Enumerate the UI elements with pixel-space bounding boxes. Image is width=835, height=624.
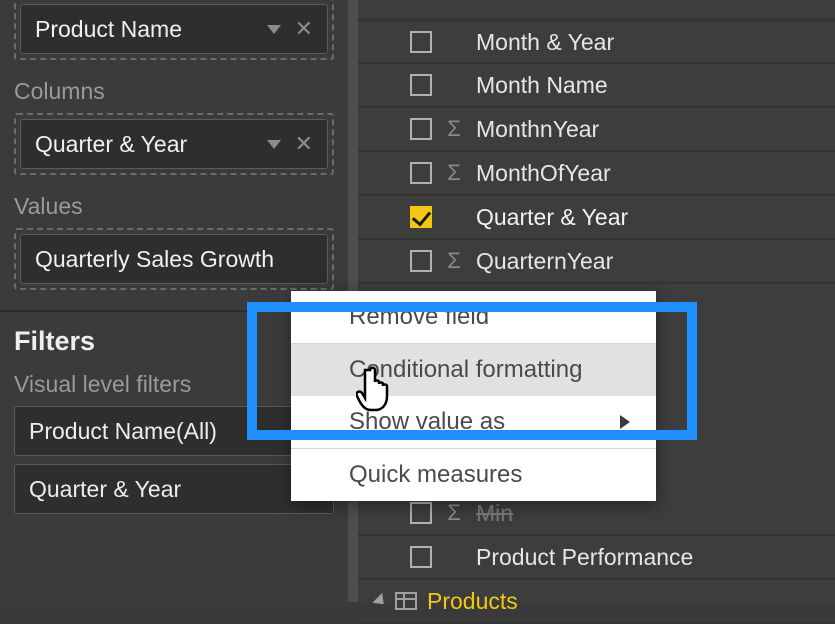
filter-item-quarter-year[interactable]: Quarter & Year [14,464,334,514]
checkbox-icon[interactable] [410,118,432,140]
rows-dropzone[interactable]: Product Name ✕ [14,0,334,60]
rows-field-text: Product Name [35,16,267,43]
menu-remove-field[interactable]: Remove field [291,291,656,343]
field-quarter-year[interactable]: Σ Quarter & Year [358,196,835,240]
field-label: MonthnYear [476,116,599,143]
submenu-arrow-icon [620,415,630,429]
checkbox-icon[interactable] [410,162,432,184]
checkbox-icon[interactable] [410,502,432,524]
values-field-well[interactable]: Quarterly Sales Growth [20,234,328,284]
field-label: QuarternYear [476,248,613,275]
field-month-name[interactable]: Σ Month Name [358,64,835,108]
field-context-menu: Remove field Conditional formatting Show… [291,291,656,501]
field-quarternyear[interactable]: Σ QuarternYear [358,240,835,284]
remove-field-icon[interactable]: ✕ [295,133,313,155]
values-dropzone[interactable]: Quarterly Sales Growth [14,228,334,290]
menu-item-label: Quick measures [349,461,522,489]
chevron-down-icon[interactable] [267,140,281,149]
menu-item-label: Remove field [349,303,489,331]
filter-item-label: Product Name(All) [29,418,319,445]
checkbox-icon[interactable] [410,250,432,272]
values-label: Values [14,193,334,220]
field-label: Min [476,500,513,527]
field-label: Month & Year [476,29,614,56]
table-label: Products [427,588,518,615]
checkbox-icon[interactable] [410,31,432,53]
menu-quick-measures[interactable]: Quick measures [291,449,656,501]
field-month-year[interactable]: Σ Month & Year [358,20,835,64]
field-label: Month Name [476,72,608,99]
values-field-text: Quarterly Sales Growth [35,246,313,273]
filters-header: Filters [14,326,334,357]
columns-field-text: Quarter & Year [35,131,267,158]
menu-item-label: Show value as [349,408,505,436]
menu-show-value-as[interactable]: Show value as [291,396,656,448]
columns-dropzone[interactable]: Quarter & Year ✕ [14,113,334,175]
table-products[interactable]: Products [358,580,835,624]
field-label: Quarter & Year [476,204,628,231]
columns-field-well[interactable]: Quarter & Year ✕ [20,119,328,169]
checkbox-icon[interactable] [410,74,432,96]
sigma-icon: Σ [444,248,464,274]
chevron-down-icon[interactable] [267,25,281,34]
rows-field-well[interactable]: Product Name ✕ [20,4,328,54]
menu-conditional-formatting[interactable]: Conditional formatting [291,344,656,396]
filter-item-product-name[interactable]: Product Name(All) [14,406,334,456]
sigma-icon: Σ [444,160,464,186]
checkbox-icon-checked[interactable] [410,206,432,228]
field-label: Product Performance [476,544,693,571]
expand-triangle-icon[interactable] [372,593,388,609]
field-label: MonthOfYear [476,160,611,187]
menu-item-label: Conditional formatting [349,356,582,384]
sigma-icon: Σ [444,116,464,142]
sigma-icon: Σ [444,500,464,526]
filter-item-label: Quarter & Year [29,476,297,503]
remove-field-icon[interactable]: ✕ [295,18,313,40]
table-icon [395,592,417,610]
field-monthofyear[interactable]: Σ MonthOfYear [358,152,835,196]
field-monthnyear[interactable]: Σ MonthnYear [358,108,835,152]
checkbox-icon[interactable] [410,546,432,568]
visual-level-filters-label: Visual level filters [14,371,334,398]
field-product-performance[interactable]: Σ Product Performance [358,536,835,580]
columns-label: Columns [14,78,334,105]
